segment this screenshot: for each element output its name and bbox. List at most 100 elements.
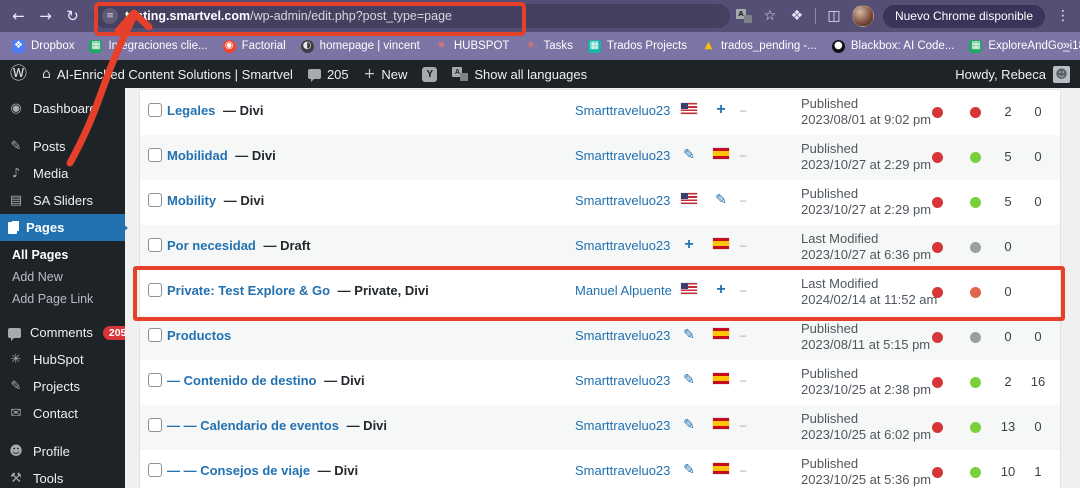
- globe-icon: ◐: [300, 39, 314, 53]
- translation-es-cell[interactable]: +: [710, 102, 732, 118]
- bookmark-item[interactable]: ● Blackbox: AI Code...: [831, 39, 954, 53]
- sidebar-item[interactable]: ✎ Projects: [0, 373, 125, 400]
- translation-es-cell[interactable]: [710, 328, 732, 341]
- toolbar-right-cluster: A ☆ ❖ ◫ Nuevo Chrome disponible ⋮: [735, 4, 1072, 28]
- table-row: Mobilidad — Divi Smarttraveluo23 ✎ – Pub…: [140, 135, 1060, 180]
- author-link[interactable]: Manuel Alpuente: [575, 283, 672, 298]
- show-all-languages-link[interactable]: A Show all languages: [452, 67, 587, 82]
- translation-es-cell[interactable]: ✎: [710, 193, 732, 207]
- translation-es-cell[interactable]: [710, 148, 732, 161]
- sidebar-item[interactable]: ✳ HubSpot: [0, 346, 125, 373]
- author-link[interactable]: Smarttraveluo23: [575, 463, 670, 478]
- page-title-link[interactable]: Legales: [167, 103, 215, 118]
- bookmarks-overflow-icon[interactable]: »: [1057, 37, 1070, 52]
- bookmark-item[interactable]: ▦ Trados Projects: [587, 39, 687, 53]
- page-title-link[interactable]: — — Calendario de eventos: [167, 418, 339, 433]
- sidebar-item[interactable]: Pages: [0, 214, 125, 241]
- browser-menu-icon[interactable]: ⋮: [1054, 7, 1072, 25]
- sidebar-item-label: Profile: [33, 444, 70, 459]
- sidebar-item[interactable]: ⚒ Tools: [0, 465, 125, 488]
- translation-en-cell[interactable]: [678, 103, 700, 116]
- post-date: 2023/08/01 at 9:02 pm: [801, 112, 932, 127]
- sidebar-item[interactable]: ✉ Contact: [0, 400, 125, 427]
- translation-en-cell[interactable]: ✎: [678, 328, 700, 342]
- yoast-admin-icon[interactable]: Y: [422, 66, 438, 82]
- reload-icon[interactable]: ↻: [62, 5, 83, 27]
- translation-en-cell[interactable]: ✎: [678, 463, 700, 477]
- submenu-item[interactable]: All Pages: [0, 244, 125, 266]
- translation-es-cell[interactable]: [710, 238, 732, 251]
- translation-es-cell[interactable]: [710, 463, 732, 476]
- pencil-icon: ✎: [683, 327, 695, 343]
- bookmark-item[interactable]: ◐ homepage | vincent: [300, 39, 420, 53]
- author-link[interactable]: Smarttraveluo23: [575, 193, 670, 208]
- sidebar-item-label: Pages: [26, 220, 65, 235]
- browser-profile-avatar[interactable]: [851, 5, 874, 27]
- author-link[interactable]: Smarttraveluo23: [575, 238, 670, 253]
- seo-score-dot: [932, 242, 943, 253]
- sidebar-item[interactable]: ◉ Dashboard: [0, 95, 125, 122]
- page-title-link[interactable]: Private: Test Explore & Go: [167, 283, 330, 298]
- bookmark-item[interactable]: ▦ Integraciones clie...: [89, 39, 208, 53]
- pages-icon: [8, 221, 17, 234]
- bookmark-item[interactable]: ✳ Tasks: [524, 40, 573, 53]
- translation-es-cell[interactable]: [710, 418, 732, 431]
- row-checkbox[interactable]: [148, 283, 162, 297]
- translate-icon[interactable]: A: [735, 9, 752, 23]
- bookmark-item[interactable]: ✳ HUBSPOT: [435, 40, 509, 53]
- translation-es-cell[interactable]: [710, 373, 732, 386]
- incoming-links-count: 16: [1030, 374, 1046, 389]
- side-panel-icon[interactable]: ◫: [825, 7, 843, 25]
- row-checkbox[interactable]: [148, 418, 162, 432]
- site-name-link[interactable]: ⌂ AI-Enriched Content Solutions | Smartv…: [42, 67, 293, 82]
- author-link[interactable]: Smarttraveluo23: [575, 418, 670, 433]
- extensions-icon[interactable]: ❖: [788, 7, 806, 25]
- bookmark-item[interactable]: ▲ trados_pending -...: [702, 40, 817, 53]
- sidebar-item[interactable]: ☻ Profile: [0, 438, 125, 465]
- bookmark-item[interactable]: ◉ Factorial: [222, 39, 286, 53]
- wordpress-logo-icon[interactable]: Ⓦ: [10, 65, 27, 83]
- row-checkbox[interactable]: [148, 193, 162, 207]
- url-bar[interactable]: ≡ testing.smartvel.com/wp-admin/edit.php…: [93, 4, 730, 28]
- translation-es-cell[interactable]: +: [710, 282, 732, 298]
- row-checkbox[interactable]: [148, 148, 162, 162]
- internal-links-count: 2: [1004, 374, 1012, 389]
- submenu-item[interactable]: Add New: [0, 266, 125, 288]
- translation-en-cell[interactable]: [678, 283, 700, 296]
- row-checkbox[interactable]: [148, 328, 162, 342]
- translation-en-cell[interactable]: ✎: [678, 148, 700, 162]
- sidebar-item[interactable]: ♪ Media: [0, 160, 125, 187]
- author-link[interactable]: Smarttraveluo23: [575, 373, 670, 388]
- author-link[interactable]: Smarttraveluo23: [575, 328, 670, 343]
- page-title-link[interactable]: Mobilidad: [167, 148, 228, 163]
- translation-en-cell[interactable]: [678, 193, 700, 206]
- bookmark-item[interactable]: ❖ Dropbox: [12, 39, 74, 53]
- row-checkbox[interactable]: [148, 373, 162, 387]
- admin-comments-link[interactable]: 205: [307, 67, 349, 82]
- translation-en-cell[interactable]: ✎: [678, 418, 700, 432]
- internal-links-count: 0: [1004, 329, 1012, 344]
- page-title-link[interactable]: Mobility: [167, 193, 216, 208]
- sidebar-item[interactable]: ✎ Posts: [0, 133, 125, 160]
- author-link[interactable]: Smarttraveluo23: [575, 148, 670, 163]
- sidebar-item[interactable]: ▤ SA Sliders: [0, 187, 125, 214]
- page-title-link[interactable]: Por necesidad: [167, 238, 256, 253]
- sidebar-item[interactable]: Comments 205: [0, 319, 133, 346]
- page-title-link[interactable]: — — Consejos de viaje: [167, 463, 310, 478]
- row-checkbox[interactable]: [148, 238, 162, 252]
- chrome-update-button[interactable]: Nuevo Chrome disponible: [882, 4, 1046, 28]
- row-checkbox[interactable]: [148, 463, 162, 477]
- new-content-link[interactable]: + New: [364, 67, 408, 82]
- translation-en-cell[interactable]: ✎: [678, 373, 700, 387]
- page-title-link[interactable]: Productos: [167, 328, 231, 343]
- translation-en-cell[interactable]: +: [678, 237, 700, 253]
- page-title-link[interactable]: — Contenido de destino: [167, 373, 317, 388]
- bookmark-star-icon[interactable]: ☆: [761, 7, 779, 25]
- submenu-item[interactable]: Add Page Link: [0, 288, 125, 310]
- howdy-account-link[interactable]: Howdy, Rebeca ☻: [955, 65, 1070, 83]
- forward-icon[interactable]: →: [35, 5, 56, 27]
- row-checkbox[interactable]: [148, 103, 162, 117]
- site-settings-icon[interactable]: ≡: [102, 8, 119, 24]
- back-icon[interactable]: ←: [8, 5, 29, 27]
- author-link[interactable]: Smarttraveluo23: [575, 103, 670, 118]
